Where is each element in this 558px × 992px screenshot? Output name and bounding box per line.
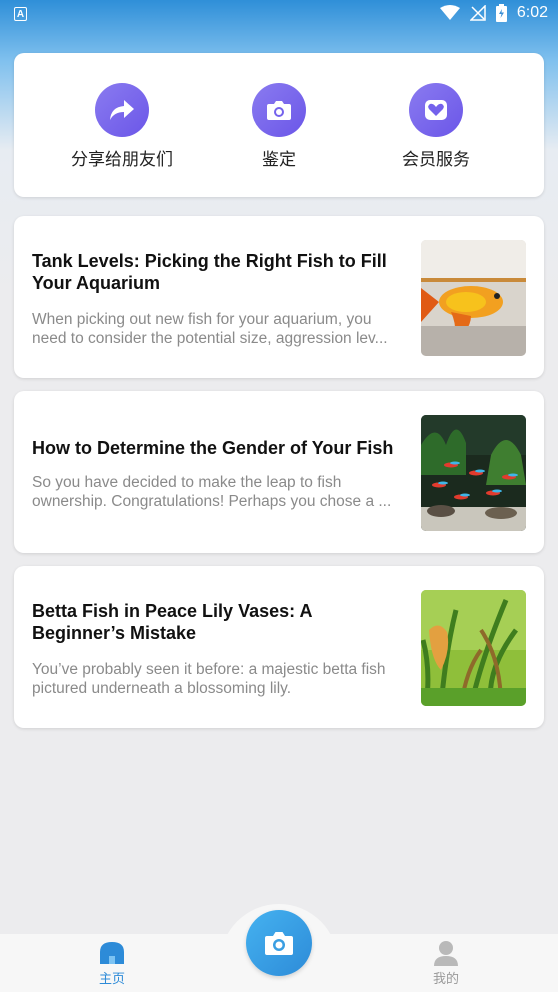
tab-profile-label: 我的	[432, 971, 459, 986]
status-icons: 6:02	[439, 4, 548, 22]
home-icon	[98, 940, 126, 966]
article-card[interactable]: How to Determine the Gender of Your Fish…	[14, 391, 544, 553]
article-description: When picking out new fish for your aquar…	[32, 311, 388, 347]
membership-button[interactable]: 会员服务	[366, 83, 506, 170]
article-thumbnail	[421, 415, 526, 531]
tab-home-label: 主页	[98, 971, 125, 986]
article-card[interactable]: Tank Levels: Picking the Right Fish to F…	[14, 216, 544, 378]
user-icon	[432, 940, 460, 966]
article-title: Betta Fish in Peace Lily Vases: A Beginn…	[32, 601, 312, 643]
share-button[interactable]: 分享给朋友们	[52, 83, 192, 170]
clock: 6:02	[516, 4, 548, 21]
quick-actions-card: 分享给朋友们 鉴定 会员服务	[14, 53, 544, 197]
share-label: 分享给朋友们	[71, 150, 173, 169]
camera-icon	[252, 83, 306, 137]
heart-badge-icon	[409, 83, 463, 137]
no-signal-icon	[469, 5, 486, 21]
tab-home[interactable]: 主页	[72, 940, 152, 987]
article-title: Tank Levels: Picking the Right Fish to F…	[32, 251, 387, 293]
camera-icon	[265, 932, 293, 955]
status-bar: A 6:02	[0, 0, 558, 30]
identify-button[interactable]: 鉴定	[209, 83, 349, 170]
article-description: You’ve probably seen it before: a majest…	[32, 661, 386, 697]
share-icon	[95, 83, 149, 137]
article-title: How to Determine the Gender of Your Fish	[32, 438, 394, 458]
wifi-icon	[439, 5, 460, 20]
identify-label: 鉴定	[262, 150, 296, 169]
article-description: So you have decided to make the leap to …	[32, 474, 392, 510]
notification-icon: A	[14, 7, 27, 21]
camera-identify-button[interactable]	[246, 910, 312, 976]
article-card[interactable]: Betta Fish in Peace Lily Vases: A Beginn…	[14, 566, 544, 728]
tab-profile[interactable]: 我的	[406, 940, 486, 987]
membership-label: 会员服务	[402, 150, 470, 169]
article-thumbnail	[421, 590, 526, 706]
article-thumbnail	[421, 240, 526, 356]
battery-icon	[495, 4, 507, 22]
